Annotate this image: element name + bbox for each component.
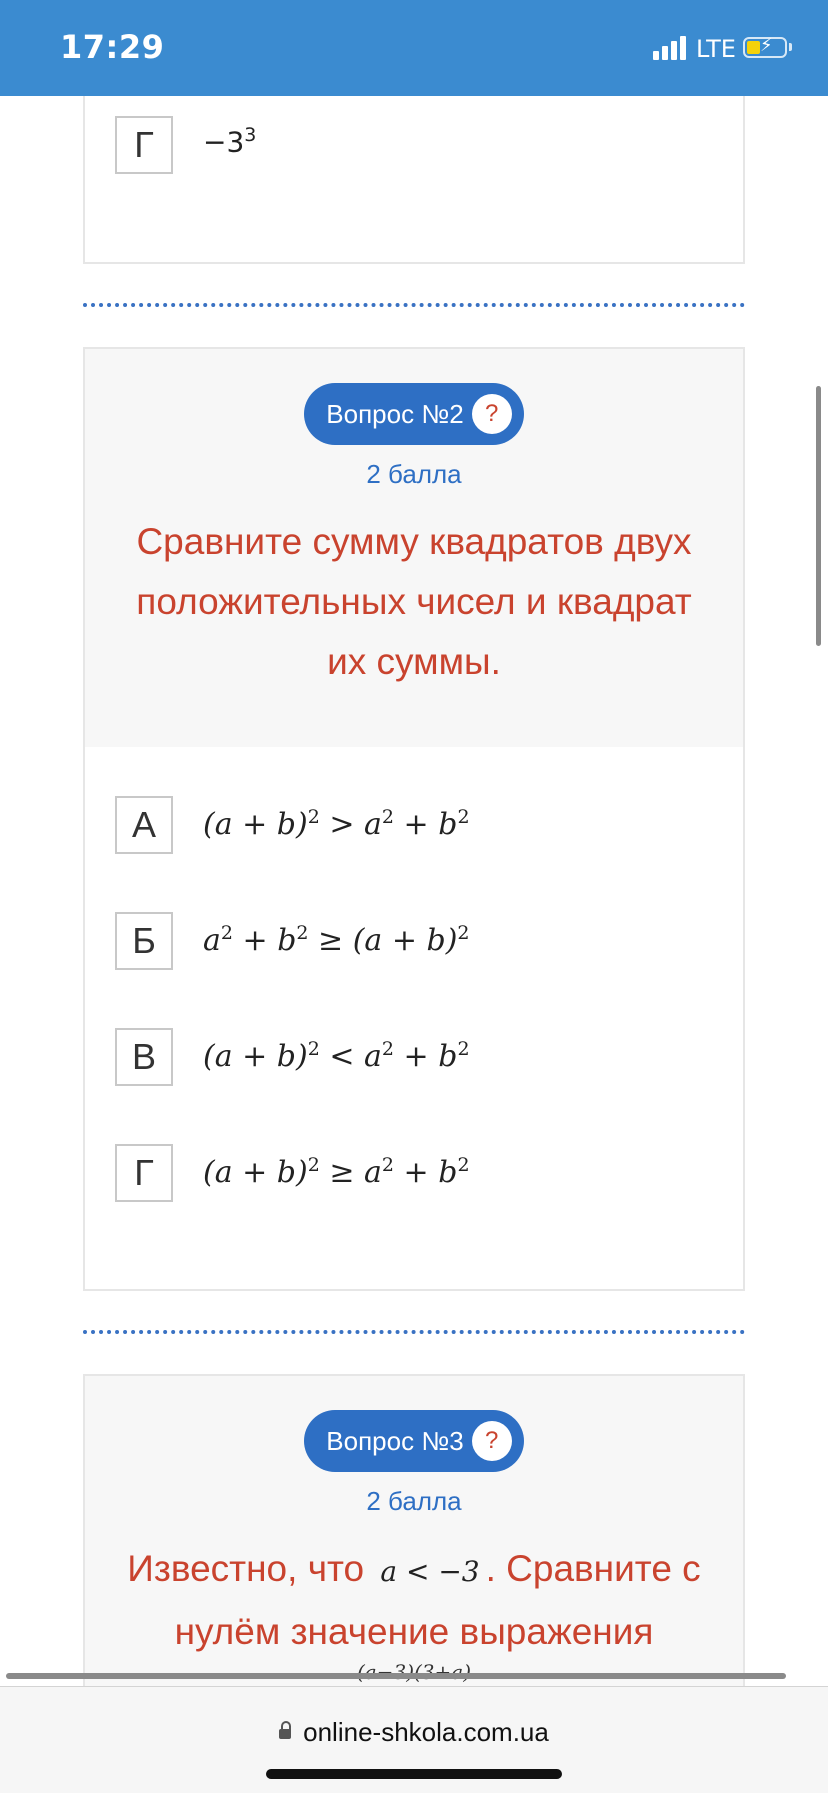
answer-letter[interactable]: А [115,796,173,854]
answer-expression: −33 [203,124,257,159]
answer-expression: (a + b)2 > a2 + b2 [203,806,470,842]
expression-partial: (a−3)(3+a) [356,1660,472,1684]
status-time: 17:29 [60,28,165,66]
answer-letter[interactable]: В [115,1028,173,1086]
question-card-2: Вопрос №2? 2 балла Сравните сумму квадра… [83,347,745,1291]
url-text: online-shkola.com.ua [303,1717,549,1747]
question-number: Вопрос №2 [326,399,464,429]
question-points: 2 балла [366,1486,462,1516]
url-bar[interactable]: online-shkola.com.ua [0,1717,828,1748]
answer-letter[interactable]: Г [115,1144,173,1202]
lock-icon [279,1721,292,1739]
help-icon[interactable]: ? [471,394,512,435]
answer-expression: (a + b)2 ≥ a2 + b2 [203,1154,470,1190]
question-text: Сравните сумму квадратов двух положитель… [136,521,692,682]
section-divider [83,1330,745,1334]
question-badge[interactable]: Вопрос №3? [304,1410,524,1472]
answer-expression: a2 + b2 ≥ (a + b)2 [203,922,470,958]
battery-charging-icon: ⚡ [743,35,787,58]
answer-expression: (a + b)2 < a2 + b2 [203,1038,470,1074]
home-indicator[interactable] [266,1769,562,1779]
help-icon[interactable]: ? [471,1421,512,1462]
inline-math: a < −3 [380,1555,480,1588]
question-text: Известно, что a < −3. Сравните с нулём з… [127,1548,701,1652]
status-bar: 17:29 LTE ⚡ [0,0,828,96]
answer-letter[interactable]: Г [115,116,173,174]
question-card-3: Вопрос №3? 2 балла Известно, что a < −3.… [83,1374,745,1706]
question-header: Вопрос №2? 2 балла Сравните сумму квадра… [85,349,743,747]
question-card-1: Г −33 [83,96,745,264]
vertical-scrollbar[interactable] [816,386,821,646]
signal-icon [653,36,689,60]
question-badge[interactable]: Вопрос №2? [304,383,524,445]
network-label: LTE [696,35,736,63]
answer-letter[interactable]: Б [115,912,173,970]
question-number: Вопрос №3 [326,1426,464,1456]
horizontal-scrollbar[interactable] [6,1673,786,1679]
section-divider [83,303,745,307]
question-points: 2 балла [366,459,462,489]
question-header: Вопрос №3? 2 балла Известно, что a < −3.… [85,1376,743,1706]
